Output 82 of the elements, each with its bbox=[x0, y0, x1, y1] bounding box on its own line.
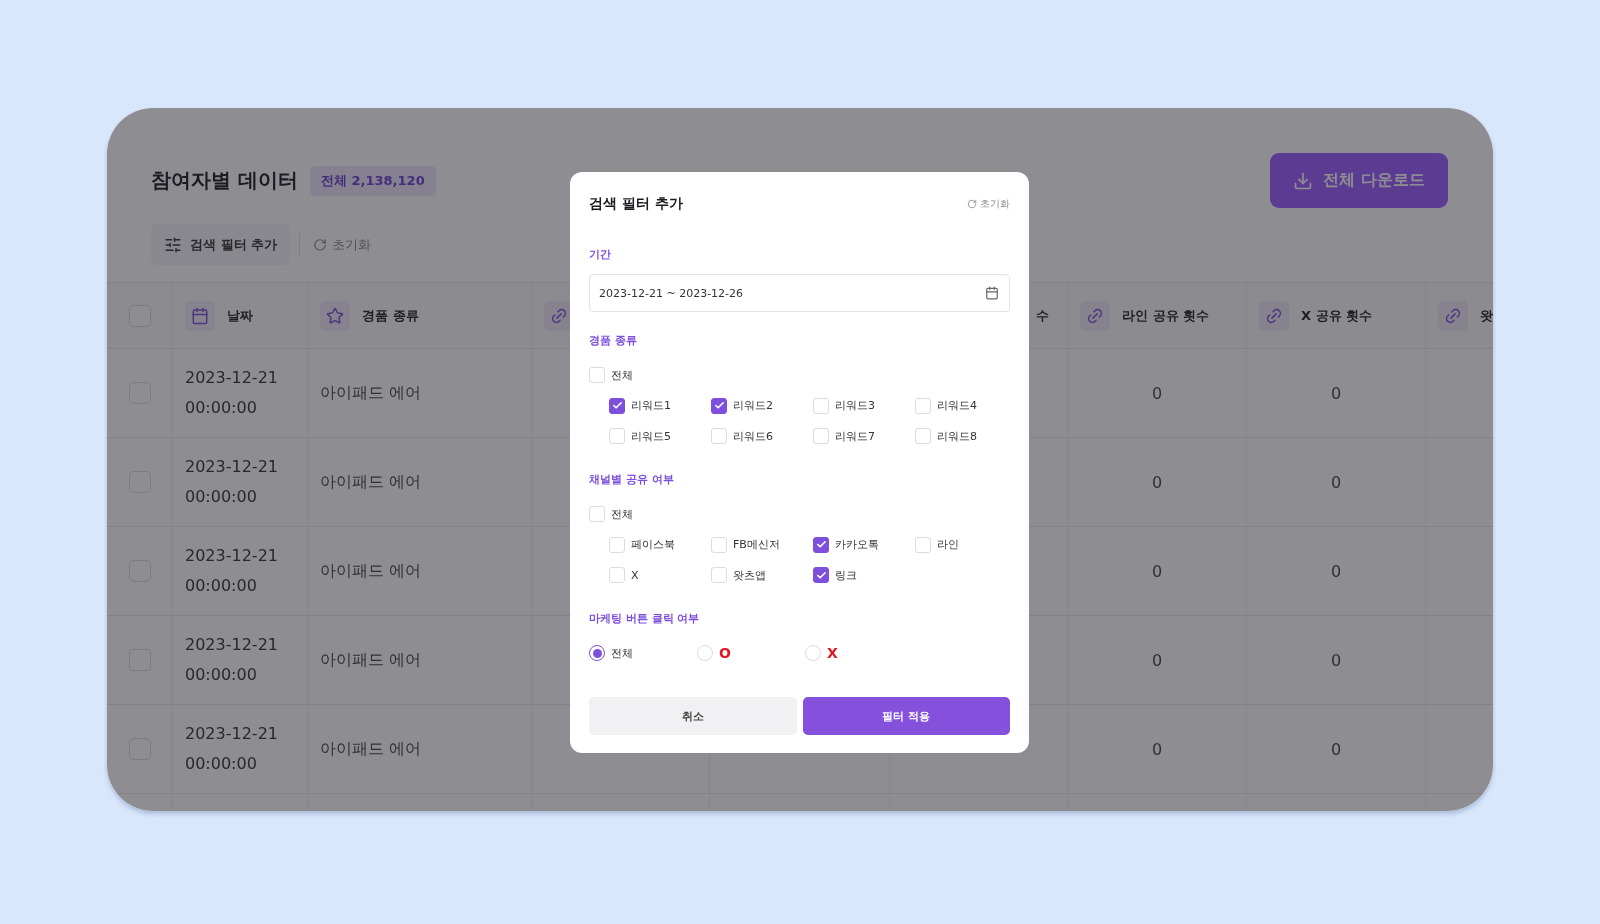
column-header: 경품 종류 bbox=[362, 306, 419, 325]
time-text: 00:00:00 bbox=[185, 664, 258, 686]
checkbox-label: FB메신저 bbox=[733, 537, 780, 552]
check-icon bbox=[713, 400, 725, 411]
column-header: X 공유 횟수 bbox=[1301, 306, 1373, 325]
time-text: 00:00:00 bbox=[185, 753, 258, 775]
prize-text: 아이패드 에어 bbox=[320, 560, 422, 582]
total-count-badge: 전체 2,138,120 bbox=[309, 165, 436, 196]
checkbox[interactable] bbox=[609, 397, 625, 414]
link-icon bbox=[1259, 300, 1289, 331]
checkbox-label: 리워드1 bbox=[631, 398, 671, 413]
checkbox-label: 리워드7 bbox=[835, 428, 875, 444]
section-label: 채널별 공유 여부 bbox=[589, 472, 675, 488]
count-text: 0 bbox=[1330, 739, 1342, 759]
link-icon bbox=[1080, 300, 1110, 331]
checkbox-label: 카카오톡 bbox=[835, 537, 879, 552]
section-label: 기간 bbox=[589, 247, 612, 263]
time-text: 00:00:00 bbox=[185, 575, 258, 597]
count-text: 0 bbox=[1151, 739, 1163, 759]
checkbox-label: 전체 bbox=[611, 367, 633, 383]
count-text: 0 bbox=[1151, 561, 1163, 581]
column-header: 날짜 bbox=[227, 306, 253, 325]
count-text: 0 bbox=[1151, 383, 1163, 403]
download-icon bbox=[1293, 170, 1314, 191]
checkbox-label: 리워드2 bbox=[733, 398, 773, 413]
checkbox-label: 리워드3 bbox=[835, 398, 875, 413]
radio-label: 전체 bbox=[611, 645, 633, 661]
checkbox-label: 전체 bbox=[611, 506, 633, 522]
date-text: 2023-12-21 bbox=[185, 545, 278, 567]
check-icon bbox=[815, 569, 827, 581]
cancel-button[interactable]: 취소 bbox=[589, 697, 797, 735]
link-icon bbox=[1438, 300, 1468, 331]
download-all-button[interactable]: 전체 다운로드 bbox=[1270, 153, 1448, 208]
calendar-icon bbox=[185, 300, 215, 331]
date-text: 2023-12-21 bbox=[185, 456, 278, 478]
prize-text: 아이패드 에어 bbox=[320, 649, 422, 671]
prize-text: 아이패드 에어 bbox=[320, 471, 422, 493]
count-text: 0 bbox=[1330, 383, 1342, 403]
apply-filter-button[interactable]: 필터 적용 bbox=[802, 697, 1010, 735]
date-text: 2023-12-21 bbox=[185, 723, 278, 745]
time-text: 00:00:00 bbox=[185, 486, 258, 508]
count-text: 0 bbox=[1151, 472, 1163, 492]
checkbox-label: 링크 bbox=[835, 567, 857, 583]
checkbox-label: 왓츠앱 bbox=[733, 567, 766, 583]
checkbox-label: 페이스북 bbox=[631, 537, 675, 552]
checkbox[interactable] bbox=[813, 536, 829, 553]
reset-link[interactable]: 초기화 bbox=[967, 197, 1010, 211]
dialog-title: 검색 필터 추가 bbox=[589, 195, 683, 213]
checkbox-label: 리워드4 bbox=[937, 398, 977, 413]
date-text: 2023-12-21 bbox=[185, 367, 278, 389]
checkbox[interactable] bbox=[813, 567, 829, 583]
section-label: 마케팅 버튼 클릭 여부 bbox=[589, 611, 701, 627]
column-header: 왓 bbox=[1480, 306, 1493, 325]
checkbox-label: X bbox=[631, 568, 639, 582]
radio-label: O bbox=[719, 645, 731, 661]
time-text: 00:00:00 bbox=[185, 397, 258, 419]
reset-button[interactable]: 초기화 bbox=[309, 235, 376, 254]
prize-text: 아이패드 에어 bbox=[320, 382, 422, 404]
column-header: 라인 공유 횟수 bbox=[1122, 306, 1210, 325]
date-text: 2023-12-21 bbox=[185, 634, 278, 656]
column-header: 수 bbox=[1036, 306, 1049, 325]
checkbox-label: 리워드5 bbox=[631, 428, 671, 444]
sliders-icon bbox=[164, 235, 182, 254]
check-icon bbox=[611, 400, 623, 411]
count-text: 0 bbox=[1330, 472, 1342, 492]
count-text: 0 bbox=[1330, 561, 1342, 581]
refresh-icon bbox=[313, 237, 328, 252]
checkbox-label: 라인 bbox=[937, 537, 959, 552]
section-label: 경품 종류 bbox=[589, 333, 638, 349]
radio-label: X bbox=[827, 645, 838, 661]
count-text: 0 bbox=[1330, 650, 1342, 670]
checkbox-label: 리워드8 bbox=[937, 428, 977, 444]
prize-text: 아이패드 에어 bbox=[320, 738, 422, 760]
refresh-icon bbox=[967, 199, 977, 209]
check-icon bbox=[815, 539, 827, 550]
checkbox-label: 리워드6 bbox=[733, 428, 773, 444]
calendar-icon bbox=[985, 286, 999, 300]
page-title: 참여자별 데이터 bbox=[151, 167, 298, 194]
checkbox[interactable] bbox=[711, 397, 727, 414]
add-filter-button[interactable]: 검색 필터 추가 bbox=[151, 224, 291, 265]
count-text: 0 bbox=[1151, 650, 1163, 670]
date-range-field[interactable]: 2023-12-21 ~ 2023-12-26 bbox=[589, 274, 1010, 312]
